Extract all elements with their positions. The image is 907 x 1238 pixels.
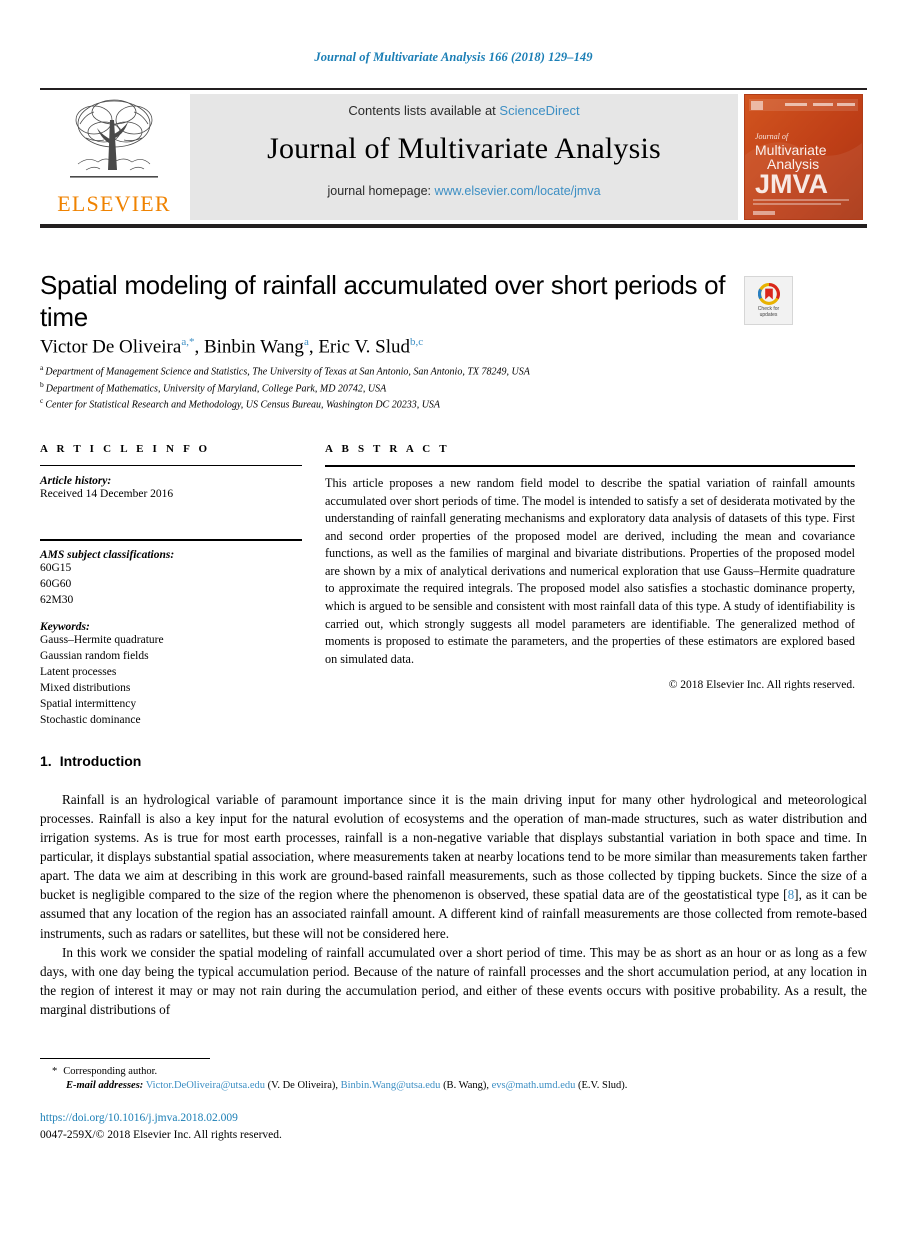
email-owner: (E.V. Slud)	[577, 1079, 625, 1091]
author-name: Eric V. Slud	[318, 336, 410, 358]
section-title: Introduction	[59, 753, 142, 769]
ams-classifications-label: AMS subject classifications:	[40, 548, 175, 561]
elsevier-logo: ELSEVIER	[44, 94, 184, 220]
corresponding-author-note: * Corresponding author.	[40, 1064, 867, 1080]
corresponding-author-star: *	[52, 1066, 58, 1077]
elsevier-tree-icon	[70, 99, 158, 178]
keyword-item: Spatial intermittency	[40, 697, 137, 710]
affiliation-mark: b	[40, 379, 44, 389]
journal-title: Journal of Multivariate Analysis	[267, 132, 661, 165]
crossmark-icon	[757, 282, 780, 305]
homepage-prefix: journal homepage:	[327, 184, 435, 198]
abstract-copyright: © 2018 Elsevier Inc. All rights reserved…	[668, 679, 855, 692]
affiliation-item: a Department of Management Science and St…	[40, 363, 820, 380]
abstract-rule	[325, 465, 855, 467]
article-info-heading: A R T I C L E I N F O	[40, 443, 211, 455]
paragraph: Rainfall is an hydrological variable of …	[40, 790, 867, 943]
abstract-heading: A B S T R A C T	[325, 443, 450, 455]
affiliation-item: b Department of Mathematics, University o…	[40, 380, 820, 397]
author-affiliation-mark: b,c	[410, 336, 424, 348]
page-title: Spatial modeling of rainfall accumulated…	[40, 270, 726, 332]
doi-link[interactable]: https://doi.org/10.1016/j.jmva.2018.02.0…	[40, 1110, 282, 1127]
keyword-item: Gaussian random fields	[40, 650, 149, 663]
article-info-column: A R T I C L E I N F O Article history: R…	[40, 443, 302, 729]
keyword-item: Gauss–Hermite quadrature	[40, 634, 164, 647]
affiliation-text: Department of Management Science and Sta…	[45, 366, 530, 378]
email-owner: (V. De Oliveira)	[267, 1079, 336, 1091]
abstract-text: This article proposes a new random field…	[325, 476, 855, 666]
crossmark-badge[interactable]: Check for updates	[744, 276, 793, 325]
elsevier-wordmark: ELSEVIER	[57, 191, 171, 216]
author-name: Victor De Oliveira	[40, 336, 182, 358]
paragraph: In this work we consider the spatial mod…	[40, 944, 867, 1017]
crossmark-line2: updates	[759, 312, 778, 318]
contents-prefix: Contents lists available at	[348, 103, 500, 118]
body-text: Rainfall is an hydrological variable of …	[40, 790, 867, 1019]
svg-text:JMVA: JMVA	[755, 169, 828, 199]
ams-code: 60G15	[40, 561, 72, 574]
email-label: E-mail addresses:	[66, 1079, 144, 1091]
masthead-center-panel: Contents lists available at ScienceDirec…	[190, 94, 738, 220]
keywords-label: Keywords:	[40, 621, 90, 634]
keyword-item: Stochastic dominance	[40, 713, 141, 726]
paper-page: Journal of Multivariate Analysis 166 (20…	[0, 0, 907, 1238]
author-affiliation-mark: a	[303, 336, 309, 348]
article-history-label: Article history:	[40, 475, 112, 487]
keyword-item: Latent processes	[40, 666, 117, 679]
affiliation-mark: c	[40, 396, 44, 406]
ams-code: 60G60	[40, 577, 72, 590]
crossmark-label: Check for updates	[758, 306, 779, 319]
doi-and-issn-block: https://doi.org/10.1016/j.jmva.2018.02.0…	[40, 1110, 282, 1143]
corresponding-author-text: Corresponding author.	[63, 1066, 158, 1077]
affiliation-text: Department of Mathematics, University of…	[45, 382, 387, 394]
masthead-rule-top	[40, 88, 867, 90]
journal-homepage-link[interactable]: www.elsevier.com/locate/jmva	[435, 184, 601, 198]
author-name: Binbin Wang	[203, 336, 304, 358]
affiliation-text: Center for Statistical Research and Meth…	[45, 399, 441, 411]
contents-available-line: Contents lists available at ScienceDirec…	[348, 103, 579, 118]
abstract-column: A B S T R A C T This article proposes a …	[325, 443, 855, 691]
email-link[interactable]: Victor.DeOliveira@utsa.edu	[146, 1080, 265, 1091]
journal-masthead: ELSEVIER Contents lists available at Sci…	[40, 88, 867, 228]
article-info-rule-2	[40, 538, 302, 541]
paragraph-part: Rainfall is an hydrological variable of …	[40, 792, 867, 903]
email-link[interactable]: evs@math.umd.edu	[492, 1080, 576, 1091]
keyword-item: Mixed distributions	[40, 682, 131, 695]
crossmark-line1: Check for	[757, 305, 780, 312]
section-number: 1.	[40, 753, 52, 769]
author-list: Victor De Oliveiraa,*, Binbin Wanga, Eri…	[40, 336, 424, 358]
ams-code: 62M30	[40, 593, 74, 606]
email-link[interactable]: Binbin.Wang@utsa.edu	[341, 1080, 441, 1091]
svg-text:Journal of: Journal of	[755, 132, 790, 141]
issn-copyright: 0047-259X/© 2018 Elsevier Inc. All right…	[40, 1128, 282, 1141]
article-history-received: Received 14 December 2016	[40, 488, 174, 500]
cover-art: Journal of Multivariate Analysis JMVA	[745, 95, 862, 219]
email-addresses-note: E-mail addresses: Victor.DeOliveira@utsa…	[66, 1079, 628, 1091]
footnote-rule	[40, 1058, 210, 1059]
journal-cover-thumbnail[interactable]: Journal of Multivariate Analysis JMVA	[744, 94, 863, 220]
running-head: Journal of Multivariate Analysis 166 (20…	[314, 50, 593, 64]
page-footer: * Corresponding author. E-mail addresses:…	[40, 1058, 867, 1091]
article-info-rule	[40, 465, 302, 466]
masthead-rule-bottom	[40, 224, 867, 228]
sciencedirect-link[interactable]: ScienceDirect	[499, 103, 579, 118]
email-owner: (B. Wang)	[443, 1079, 487, 1091]
section-heading-introduction: 1. Introduction	[40, 753, 141, 769]
author-affiliation-mark: a,*	[181, 336, 195, 348]
affiliation-mark: a	[40, 363, 44, 372]
affiliation-item: c Center for Statistical Research and Met…	[40, 396, 820, 413]
affiliation-list: a Department of Management Science and St…	[40, 363, 820, 413]
journal-homepage-line: journal homepage: www.elsevier.com/locat…	[327, 184, 600, 198]
